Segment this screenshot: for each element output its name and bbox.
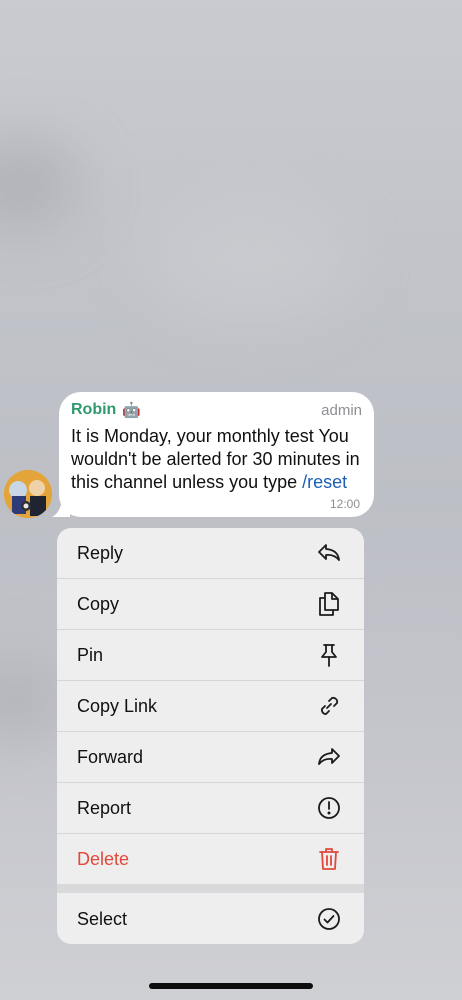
menu-item-copy[interactable]: Copy bbox=[57, 579, 364, 629]
menu-item-pin[interactable]: Pin bbox=[57, 630, 364, 680]
menu-section-separator bbox=[57, 884, 364, 893]
menu-item-reply[interactable]: Reply bbox=[57, 528, 364, 578]
sender-name-text: Robin bbox=[71, 401, 117, 418]
forward-icon bbox=[316, 744, 342, 770]
menu-item-label: Delete bbox=[77, 848, 130, 869]
message-time: 12:00 bbox=[329, 497, 360, 511]
message-text: It is Monday, your monthly test You woul… bbox=[71, 425, 371, 494]
robot-badge-icon: 🤖 bbox=[122, 402, 142, 419]
menu-item-label: Select bbox=[77, 908, 128, 929]
message-header: Robin 🤖 admin bbox=[71, 399, 362, 421]
menu-item-label: Copy bbox=[77, 593, 120, 614]
sender-name[interactable]: Robin 🤖 bbox=[71, 401, 141, 419]
copy-icon bbox=[316, 591, 342, 617]
report-icon bbox=[316, 795, 342, 821]
checkmark-circle-icon bbox=[316, 906, 342, 932]
pin-icon bbox=[316, 642, 342, 668]
menu-item-report[interactable]: Report bbox=[57, 783, 364, 833]
message-bubble[interactable]: Robin 🤖 admin It is Monday, your monthly… bbox=[59, 392, 374, 517]
menu-item-label: Forward bbox=[77, 746, 144, 767]
menu-item-copy-link[interactable]: Copy Link bbox=[57, 681, 364, 731]
menu-item-select[interactable]: Select bbox=[57, 894, 364, 944]
background-blur bbox=[0, 140, 80, 230]
command-link[interactable]: /reset bbox=[302, 472, 347, 492]
reply-icon bbox=[316, 540, 342, 566]
menu-item-label: Reply bbox=[77, 542, 124, 563]
menu-item-forward[interactable]: Forward bbox=[57, 732, 364, 782]
menu-item-label: Copy Link bbox=[77, 695, 158, 716]
avatar-image bbox=[4, 470, 52, 518]
sender-avatar[interactable] bbox=[4, 470, 52, 518]
menu-item-delete[interactable]: Delete bbox=[57, 834, 364, 884]
context-menu: Reply Copy Pin Copy Link Forward Report … bbox=[57, 528, 364, 944]
menu-item-label: Pin bbox=[77, 644, 104, 665]
menu-item-label: Report bbox=[77, 797, 132, 818]
home-indicator[interactable] bbox=[149, 983, 313, 989]
background-blur bbox=[150, 200, 350, 320]
link-icon bbox=[316, 693, 342, 719]
trash-icon bbox=[316, 846, 342, 872]
role-label: admin bbox=[321, 401, 362, 419]
